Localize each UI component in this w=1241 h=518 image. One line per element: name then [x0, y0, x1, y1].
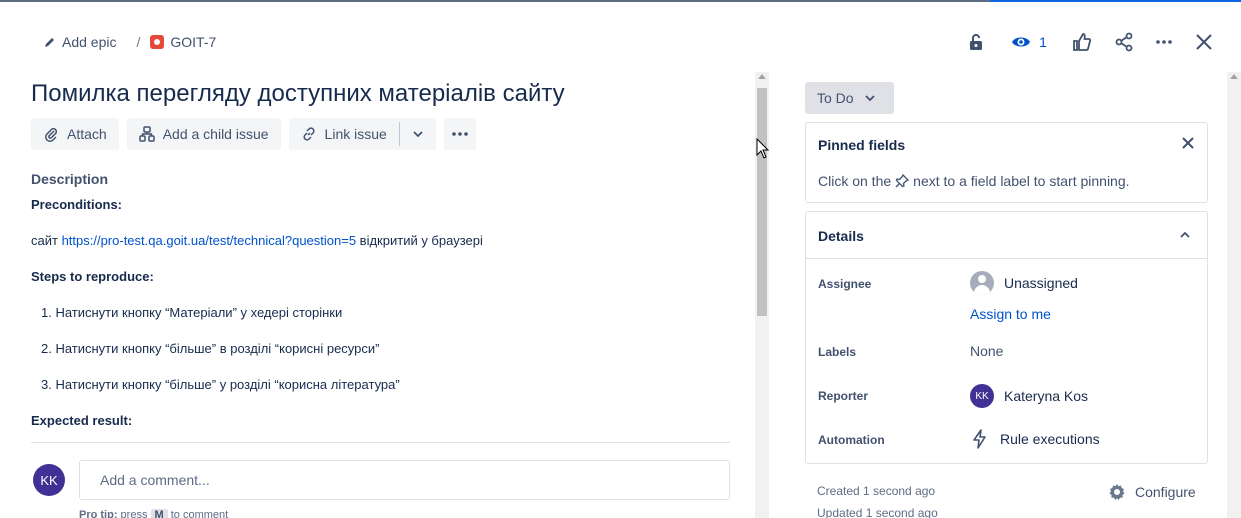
protip-press: press	[117, 509, 151, 518]
gear-icon	[1109, 484, 1125, 500]
link-issue-button[interactable]: Link issue	[289, 118, 399, 150]
more-icon	[1156, 40, 1172, 44]
scroll-thumb[interactable]	[757, 88, 767, 316]
automation-label: Automation	[818, 433, 885, 447]
avatar: KK	[970, 384, 994, 408]
protip: Pro tip: press M to comment	[79, 509, 228, 518]
chevron-down-icon	[413, 131, 423, 138]
share-button[interactable]	[1110, 28, 1138, 56]
precondition-line: сайт https://pro-test.qa.goit.ua/test/te…	[31, 233, 483, 249]
list-item: 3. Натиснути кнопку “більше” у розділі “…	[41, 377, 400, 392]
configure-button[interactable]: Configure	[1107, 482, 1196, 502]
issue-key-link[interactable]: GOIT-7	[150, 34, 216, 50]
breadcrumb-separator: /	[136, 34, 141, 50]
vote-button[interactable]	[1068, 28, 1096, 56]
link-icon	[302, 127, 315, 141]
reporter-value[interactable]: KK Kateryna Kos	[970, 384, 1088, 408]
list-item: 2. Натиснути кнопку “більше” в розділі “…	[41, 341, 380, 356]
activity-divider	[31, 442, 730, 443]
details-header[interactable]: Details	[806, 212, 1207, 259]
protip-prefix: Pro tip:	[79, 509, 118, 518]
bug-icon	[150, 35, 165, 49]
labels-value[interactable]: None	[970, 343, 1003, 359]
chevron-up-icon	[1180, 231, 1190, 238]
status-dropdown[interactable]: To Do	[805, 82, 894, 114]
automation-value[interactable]: Rule executions	[970, 429, 1100, 449]
add-epic-label: Add epic	[62, 34, 117, 50]
child-issue-icon	[138, 126, 155, 142]
automation-text: Rule executions	[1000, 431, 1100, 447]
attach-label: Attach	[67, 126, 107, 142]
breadcrumb: Add epic / GOIT-7	[44, 30, 216, 54]
pinned-fields-hint: Click on the next to a field label to st…	[818, 173, 1130, 189]
restrictions-button[interactable]	[962, 28, 990, 56]
issue-key: GOIT-7	[170, 34, 217, 50]
chevron-down-icon	[864, 95, 875, 102]
list-item: 1. Натиснути кнопку “Матеріали” у хедері…	[41, 305, 343, 320]
link-issue-dropdown[interactable]	[400, 118, 436, 150]
created-timestamp: Created 1 second ago	[817, 484, 936, 498]
link-issue-group: Link issue	[288, 118, 436, 150]
configure-label: Configure	[1135, 484, 1196, 500]
reporter-label: Reporter	[818, 389, 869, 403]
pin-hint-after: next to a field label to start pinning.	[913, 173, 1130, 189]
add-epic-link[interactable]: Add epic	[44, 34, 116, 50]
avatar: KK	[33, 464, 65, 496]
comment-placeholder: Add a comment...	[100, 472, 210, 488]
more-icon	[452, 132, 468, 136]
watch-count: 1	[1039, 34, 1047, 50]
attach-button[interactable]: Attach	[31, 118, 119, 150]
add-child-issue-button[interactable]: Add a child issue	[126, 118, 281, 150]
close-button[interactable]	[1190, 28, 1218, 56]
more-actions-button[interactable]	[1150, 28, 1178, 56]
link-issue-label: Link issue	[324, 126, 387, 142]
pencil-icon	[45, 38, 54, 47]
protip-suffix: to comment	[167, 509, 229, 518]
comment-input[interactable]: Add a comment...	[79, 460, 730, 500]
paperclip-icon	[45, 127, 58, 142]
pin-hint-before: Click on the	[818, 173, 892, 189]
lightning-bolt-icon	[973, 429, 986, 449]
issue-toolbar: Attach Add a child issue Link issue	[31, 118, 476, 150]
window-top-accent	[990, 0, 1241, 2]
description-label: Description	[31, 171, 109, 187]
expected-heading: Expected result:	[31, 413, 133, 428]
precondition-prefix: сайт	[31, 233, 62, 248]
close-icon	[1196, 34, 1212, 50]
assignee-value[interactable]: Unassigned	[970, 271, 1078, 295]
labels-label: Labels	[818, 345, 857, 359]
reporter-name: Kateryna Kos	[1004, 388, 1089, 404]
watch-button[interactable]: 1	[1008, 28, 1050, 56]
assignee-label: Assignee	[818, 277, 872, 291]
thumbs-up-icon	[1073, 33, 1092, 51]
protip-key: M	[150, 509, 168, 518]
unassigned-avatar-icon	[970, 271, 994, 295]
assignee-name: Unassigned	[1004, 275, 1078, 291]
issue-title[interactable]: Помилка перегляду доступних матеріалів с…	[31, 80, 565, 108]
details-panel: Details Assignee Unassigned Assign to me…	[805, 211, 1208, 464]
precondition-suffix: відкритий у браузері	[356, 233, 483, 248]
add-child-label: Add a child issue	[162, 126, 269, 142]
pinned-fields-title: Pinned fields	[818, 137, 906, 153]
preconditions-heading: Preconditions:	[31, 197, 123, 212]
scroll-up-arrow-icon[interactable]	[1230, 74, 1238, 79]
eye-icon	[1012, 37, 1031, 47]
assign-to-me-link[interactable]: Assign to me	[970, 306, 1051, 322]
scroll-up-arrow-icon[interactable]	[758, 74, 766, 79]
precondition-link[interactable]: https://pro-test.qa.goit.ua/test/technic…	[62, 233, 357, 248]
updated-timestamp: Updated 1 second ago	[817, 506, 938, 518]
details-title: Details	[818, 228, 864, 244]
share-icon	[1115, 32, 1133, 52]
right-scrollbar[interactable]	[1227, 72, 1241, 518]
status-label: To Do	[817, 90, 854, 106]
close-icon[interactable]	[1181, 136, 1195, 150]
unlock-icon	[970, 34, 982, 50]
steps-heading: Steps to reproduce:	[31, 269, 154, 284]
pinned-fields-panel: Pinned fields Click on the next to a fie…	[805, 122, 1208, 203]
pin-icon	[895, 174, 910, 188]
more-toolbar-button[interactable]	[443, 118, 476, 150]
mouse-cursor-icon	[756, 138, 770, 159]
